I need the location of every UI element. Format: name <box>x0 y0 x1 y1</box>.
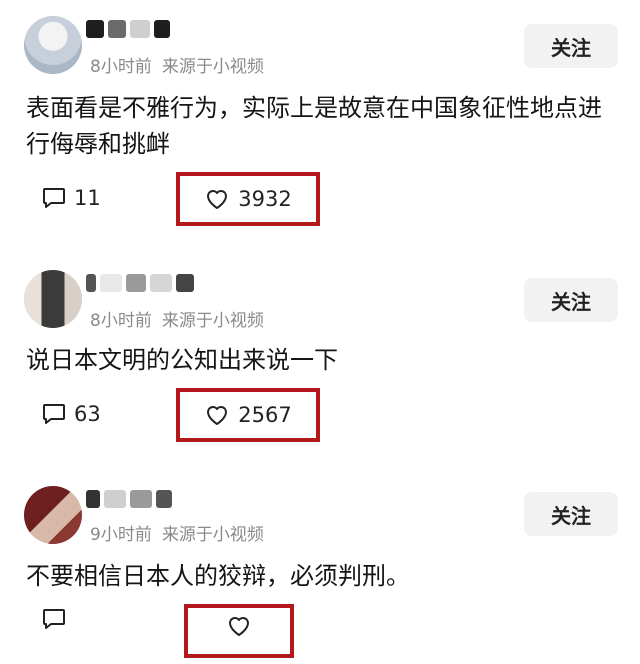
avatar-image <box>24 270 82 328</box>
post-meta: 8小时前 来源于小视频 <box>90 52 264 77</box>
post-actions: 11 3932 <box>0 172 640 232</box>
username-redacted <box>86 488 172 510</box>
comment-icon <box>42 403 66 425</box>
post-text: 表面看是不雅行为，实际上是故意在中国象征性地点进行侮辱和挑衅 <box>26 94 602 158</box>
post-3: 9小时前 来源于小视频 关注 不要相信日本人的狡辩，必须判刑。 <box>0 480 640 658</box>
comment-icon <box>42 608 66 630</box>
post-2: 8小时前 来源于小视频 关注 说日本文明的公知出来说一下 63 2567 <box>0 250 640 480</box>
avatar[interactable] <box>24 16 82 74</box>
follow-button[interactable]: 关注 <box>524 492 618 536</box>
like-button-highlighted[interactable]: 2567 <box>176 388 320 442</box>
heart-icon <box>204 187 230 211</box>
avatar-image <box>24 16 82 74</box>
comment-button[interactable] <box>42 608 66 630</box>
follow-button[interactable]: 关注 <box>524 278 618 322</box>
comment-icon <box>42 187 66 209</box>
post-time: 8小时前 <box>90 311 152 331</box>
avatar-image <box>24 486 82 544</box>
follow-button[interactable]: 关注 <box>524 24 618 68</box>
comment-button[interactable]: 63 <box>42 402 101 426</box>
post-actions <box>0 604 640 664</box>
comment-button[interactable]: 11 <box>42 186 101 210</box>
post-text: 说日本文明的公知出来说一下 <box>26 346 338 374</box>
like-button-highlighted[interactable]: 3932 <box>176 172 320 226</box>
post-meta: 9小时前 来源于小视频 <box>90 520 264 545</box>
avatar[interactable] <box>24 270 82 328</box>
comment-count: 63 <box>74 402 101 426</box>
post-time: 8小时前 <box>90 57 152 77</box>
avatar[interactable] <box>24 486 82 544</box>
heart-icon <box>204 403 230 427</box>
post-1: 8小时前 来源于小视频 关注 表面看是不雅行为，实际上是故意在中国象征性地点进行侮… <box>0 0 640 250</box>
like-count: 3932 <box>238 187 292 211</box>
like-button-highlighted[interactable] <box>184 604 294 658</box>
post-source: 来源于小视频 <box>161 57 264 77</box>
heart-icon <box>226 614 252 638</box>
post-actions: 63 2567 <box>0 388 640 448</box>
username-redacted <box>86 18 170 40</box>
post-source: 来源于小视频 <box>161 525 264 545</box>
username-redacted <box>86 272 194 294</box>
post-text: 不要相信日本人的狡辩，必须判刑。 <box>26 562 410 590</box>
post-meta: 8小时前 来源于小视频 <box>90 306 264 331</box>
like-count: 2567 <box>238 403 292 427</box>
post-source: 来源于小视频 <box>161 311 264 331</box>
comment-count: 11 <box>74 186 101 210</box>
post-time: 9小时前 <box>90 525 152 545</box>
